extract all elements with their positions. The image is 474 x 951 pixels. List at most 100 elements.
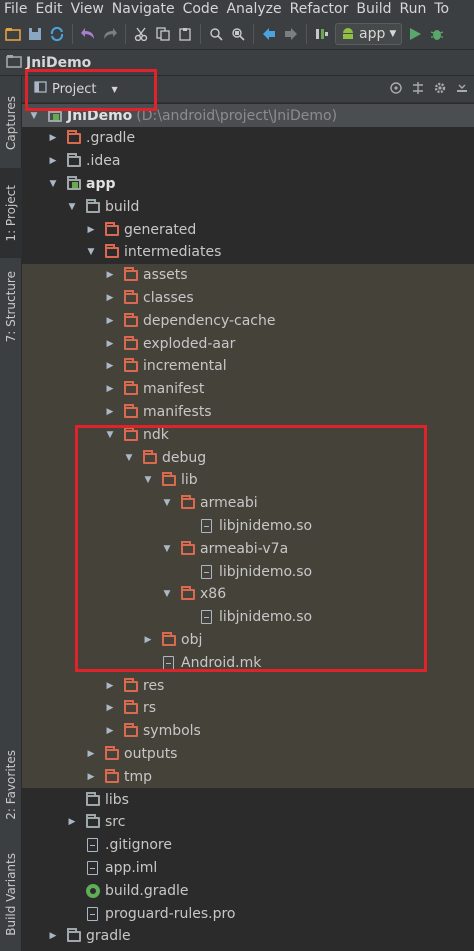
scroll-from-source-icon[interactable] bbox=[388, 80, 404, 96]
tree-row[interactable]: .gitignore bbox=[22, 834, 474, 857]
collapse-arrow-icon[interactable]: ▶ bbox=[47, 155, 59, 167]
tree-row[interactable]: ▶ generated bbox=[22, 218, 474, 241]
expand-arrow-icon[interactable]: ▼ bbox=[161, 497, 173, 509]
tree-row[interactable]: ▼ ndk bbox=[22, 423, 474, 447]
collapse-arrow-icon[interactable]: ▶ bbox=[142, 634, 154, 646]
forward-icon[interactable] bbox=[282, 25, 300, 43]
tree-row[interactable]: ▶ assets bbox=[22, 263, 474, 287]
menu-build[interactable]: Build bbox=[352, 0, 395, 18]
menu-analyze[interactable]: Analyze bbox=[222, 0, 285, 18]
tree-row[interactable]: ▼ intermediates bbox=[22, 241, 474, 264]
copy-icon[interactable] bbox=[154, 25, 172, 43]
collapse-arrow-icon[interactable]: ▶ bbox=[85, 771, 97, 783]
project-view-selector[interactable]: Project ▼ bbox=[28, 79, 124, 99]
replace-icon[interactable] bbox=[229, 25, 247, 43]
tree-row[interactable]: ▶ exploded-aar bbox=[22, 332, 474, 355]
tree-row[interactable]: ▼ lib bbox=[22, 468, 474, 492]
paste-icon[interactable] bbox=[176, 25, 194, 43]
make-project-icon[interactable] bbox=[313, 25, 331, 43]
tree-row[interactable]: ▼ x86 bbox=[22, 582, 474, 606]
menu-tools[interactable]: To bbox=[430, 0, 453, 18]
tree-row[interactable]: libjnidemo.so bbox=[22, 514, 474, 538]
collapse-arrow-icon[interactable]: ▶ bbox=[104, 680, 116, 692]
menu-refactor[interactable]: Refactor bbox=[286, 0, 353, 18]
tree-row[interactable]: ▼ debug bbox=[22, 446, 474, 469]
tree-row[interactable]: ▶ .gradle bbox=[22, 127, 474, 150]
expand-arrow-icon[interactable]: ▼ bbox=[47, 178, 59, 190]
menu-file[interactable]: File bbox=[0, 0, 31, 18]
menu-view[interactable]: View bbox=[67, 0, 108, 18]
collapse-arrow-icon[interactable]: ▶ bbox=[104, 338, 116, 350]
gear-icon[interactable] bbox=[432, 80, 448, 96]
tree-row[interactable]: ▶ src bbox=[22, 811, 474, 834]
tree-row[interactable]: ▶ dependency-cache bbox=[22, 309, 474, 333]
collapse-arrow-icon[interactable]: ▶ bbox=[47, 132, 59, 144]
menu-code[interactable]: Code bbox=[179, 0, 223, 18]
tree-row[interactable]: ▼ build bbox=[22, 195, 474, 218]
tree-row[interactable]: libjnidemo.so bbox=[22, 605, 474, 629]
project-tree[interactable]: ▼ JniDemo (D:\android\project\JniDemo) ▶ .gr… bbox=[22, 103, 474, 951]
collapse-arrow-icon[interactable]: ▶ bbox=[104, 702, 116, 714]
breadcrumb-project[interactable]: JniDemo bbox=[26, 55, 91, 71]
expand-arrow-icon[interactable]: ▼ bbox=[104, 429, 116, 441]
expand-arrow-icon[interactable]: ▼ bbox=[85, 246, 97, 258]
tree-row[interactable]: ▶ res bbox=[22, 674, 474, 697]
tree-row[interactable]: libjnidemo.so bbox=[22, 560, 474, 583]
open-folder-icon[interactable] bbox=[4, 25, 22, 43]
tab-captures[interactable]: Captures bbox=[0, 80, 22, 166]
tree-row[interactable]: ▶ obj bbox=[22, 628, 474, 652]
find-icon[interactable] bbox=[207, 25, 225, 43]
tree-row[interactable]: Android.mk bbox=[22, 651, 474, 675]
hide-panel-icon[interactable] bbox=[454, 80, 470, 96]
undo-icon[interactable] bbox=[79, 25, 97, 43]
collapse-arrow-icon[interactable]: ▶ bbox=[85, 224, 97, 236]
tree-row[interactable]: proguard-rules.pro bbox=[22, 902, 474, 925]
tree-row[interactable]: app.iml bbox=[22, 856, 474, 879]
tree-row[interactable]: build.gradle bbox=[22, 879, 474, 902]
tab-structure[interactable]: 7: Structure bbox=[0, 262, 22, 352]
collapse-all-icon[interactable] bbox=[410, 80, 426, 96]
sync-icon[interactable] bbox=[48, 25, 66, 43]
collapse-arrow-icon[interactable]: ▶ bbox=[47, 930, 59, 942]
save-icon[interactable] bbox=[26, 25, 44, 43]
tree-row[interactable]: ▼ app bbox=[22, 172, 474, 195]
tree-row[interactable]: ▶ gradle bbox=[22, 925, 474, 948]
tree-row[interactable]: libs bbox=[22, 788, 474, 811]
tree-row[interactable]: ▼ armeabi-v7a bbox=[22, 537, 474, 561]
menu-navigate[interactable]: Navigate bbox=[108, 0, 179, 18]
collapse-arrow-icon[interactable]: ▶ bbox=[104, 406, 116, 418]
tree-row[interactable]: ▶ rs bbox=[22, 696, 474, 720]
menu-run[interactable]: Run bbox=[396, 0, 431, 18]
back-icon[interactable] bbox=[260, 25, 278, 43]
collapse-arrow-icon[interactable]: ▶ bbox=[104, 315, 116, 327]
tree-row[interactable]: ▶ manifest bbox=[22, 377, 474, 401]
tree-row[interactable]: ▶ tmp bbox=[22, 765, 474, 789]
expand-arrow-icon[interactable]: ▼ bbox=[123, 452, 135, 464]
collapse-arrow-icon[interactable]: ▶ bbox=[104, 725, 116, 737]
run-configuration-dropdown[interactable]: app ▼ bbox=[335, 22, 403, 45]
tree-row[interactable]: ▶ .idea bbox=[22, 150, 474, 173]
menu-edit[interactable]: Edit bbox=[31, 0, 66, 18]
tree-row[interactable]: ▼ armeabi bbox=[22, 491, 474, 515]
tab-project[interactable]: 1: Project bbox=[0, 168, 22, 258]
tree-row[interactable]: ▶ symbols bbox=[22, 719, 474, 743]
tree-row[interactable]: ▶ manifests bbox=[22, 400, 474, 424]
tab-favorites[interactable]: 2: Favorites bbox=[0, 738, 22, 832]
collapse-arrow-icon[interactable]: ▶ bbox=[104, 269, 116, 281]
collapse-arrow-icon[interactable]: ▶ bbox=[104, 383, 116, 395]
run-icon[interactable] bbox=[406, 25, 424, 43]
expand-arrow-icon[interactable]: ▼ bbox=[161, 543, 173, 555]
tab-build-variants[interactable]: Build Variants bbox=[0, 842, 22, 946]
expand-arrow-icon[interactable]: ▼ bbox=[142, 474, 154, 486]
expand-arrow-icon[interactable]: ▼ bbox=[66, 201, 78, 213]
tree-row[interactable]: ▶ incremental bbox=[22, 354, 474, 378]
debug-icon[interactable] bbox=[428, 25, 446, 43]
tree-row[interactable]: ▶ outputs bbox=[22, 742, 474, 766]
collapse-arrow-icon[interactable]: ▶ bbox=[66, 816, 78, 828]
expand-arrow-icon[interactable]: ▼ bbox=[161, 588, 173, 600]
expand-arrow-icon[interactable]: ▼ bbox=[28, 110, 40, 122]
cut-icon[interactable] bbox=[132, 25, 150, 43]
redo-icon[interactable] bbox=[101, 25, 119, 43]
collapse-arrow-icon[interactable]: ▶ bbox=[85, 748, 97, 760]
tree-row[interactable]: ▶ classes bbox=[22, 286, 474, 310]
